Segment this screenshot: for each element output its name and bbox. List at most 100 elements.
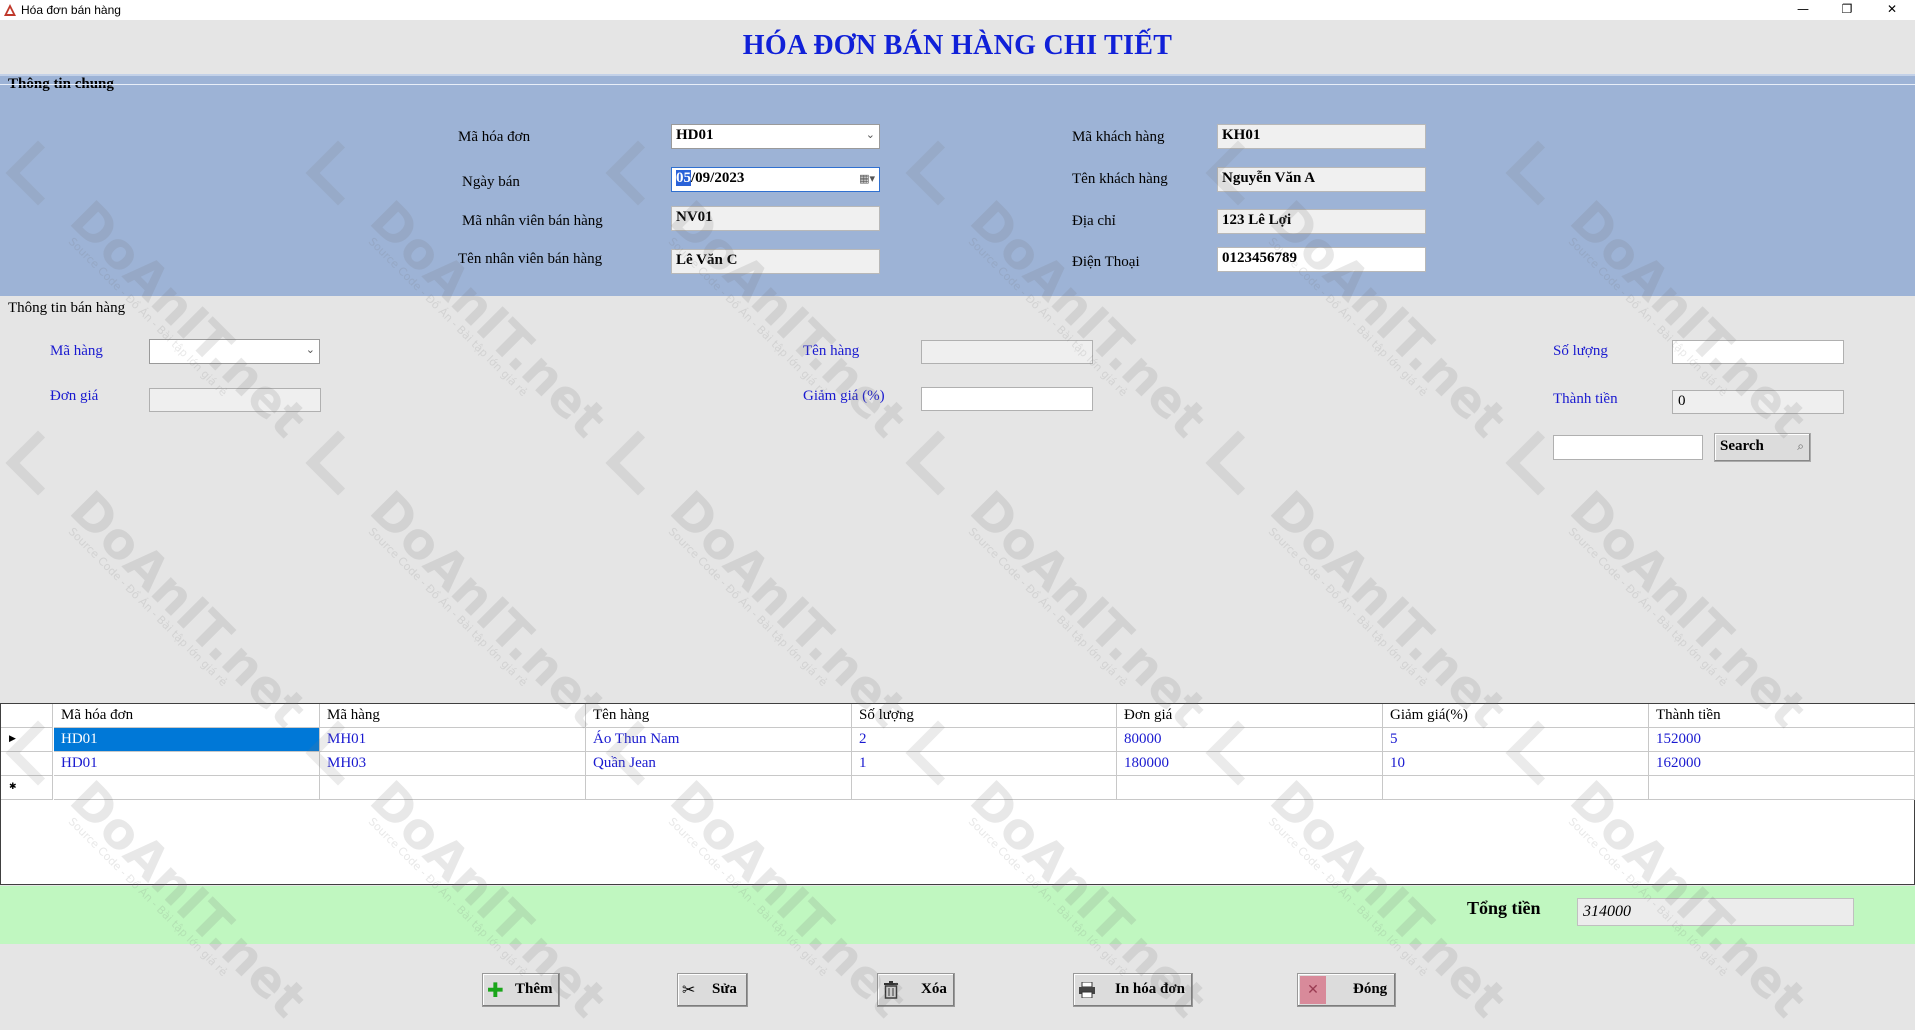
column-header-discount[interactable]: Giảm giá(%) (1383, 704, 1649, 728)
search-input[interactable] (1553, 435, 1703, 460)
table-cell[interactable]: 152000 (1649, 728, 1915, 752)
watermark-tagline: Source Code - Đồ Án - Bài tập lớn giá rẻ (365, 525, 530, 689)
watermark-tagline: Source Code - Đồ Án - Bài tập lớn giá rẻ (1565, 525, 1730, 689)
chevron-down-icon[interactable]: ⌄ (306, 343, 315, 356)
product-name-label: Tên hàng (803, 343, 860, 359)
watermark-tagline: Source Code - Đồ Án - Bài tập lớn giá rẻ (65, 525, 230, 689)
watermark-text: DoAnIT.net (1258, 480, 1518, 739)
invoice-detail-grid[interactable]: Mã hóa đơn Mã hàng Tên hàng Số lượng Đơn… (0, 703, 1915, 885)
customer-name-field[interactable]: Nguyễn Văn A (1217, 167, 1426, 192)
address-field[interactable]: 123 Lê Lợi (1217, 209, 1426, 234)
delete-button-label: Xóa (921, 981, 947, 997)
row-header[interactable] (1, 752, 53, 776)
new-row-cell[interactable] (852, 776, 1117, 800)
employee-name-field[interactable]: Lê Văn C (671, 249, 880, 274)
table-cell[interactable]: HD01 (54, 752, 320, 776)
phone-field[interactable]: 0123456789 (1217, 247, 1426, 272)
column-header-quantity[interactable]: Số lượng (852, 704, 1117, 728)
product-id-label: Mã hàng (50, 343, 103, 359)
chevron-down-icon[interactable]: ⌄ (866, 128, 875, 141)
close-button[interactable]: ✕ Đóng (1297, 973, 1396, 1007)
invoice-id-label: Mã hóa đơn (458, 129, 531, 145)
column-header-invoice-id[interactable]: Mã hóa đơn (54, 704, 320, 728)
table-cell[interactable]: HD01 (54, 728, 320, 752)
sale-date-label: Ngày bán (462, 174, 520, 190)
new-row-cell[interactable] (1117, 776, 1383, 800)
employee-name-label: Tên nhân viên bán hàng (458, 251, 603, 267)
watermark-logo (905, 430, 971, 496)
watermark-text: DoAnIT.net (358, 480, 618, 739)
total-value-field[interactable]: 314000 (1577, 898, 1854, 926)
close-window-button[interactable]: ✕ (1869, 0, 1915, 20)
table-cell[interactable]: MH01 (320, 728, 586, 752)
sale-date-day: 05 (676, 170, 691, 186)
table-cell[interactable]: Áo Thun Nam (586, 728, 852, 752)
search-button[interactable]: Search ⌕ (1714, 433, 1811, 462)
watermark-logo (5, 430, 71, 496)
discount-field[interactable] (921, 387, 1093, 411)
table-cell[interactable]: 2 (852, 728, 1117, 752)
quantity-label: Số lượng (1553, 343, 1608, 359)
watermark-logo (1205, 430, 1271, 496)
trash-icon (884, 981, 898, 999)
unit-price-field[interactable] (149, 388, 321, 412)
watermark-text: DoAnIT.net (658, 480, 918, 739)
customer-name-label: Tên khách hàng (1072, 171, 1168, 187)
invoice-id-combo[interactable]: HD01 ⌄ (671, 124, 880, 149)
column-header-line-total[interactable]: Thành tiền (1649, 704, 1915, 728)
watermark-logo (605, 430, 671, 496)
new-row-marker[interactable]: ✱ (1, 776, 53, 800)
grid-corner (1, 704, 53, 728)
calendar-icon[interactable]: ▦▾ (859, 172, 875, 185)
add-button-label: Thêm (515, 981, 553, 997)
column-header-product-id[interactable]: Mã hàng (320, 704, 586, 728)
sale-date-rest: /09/2023 (691, 170, 745, 186)
employee-id-field[interactable]: NV01 (671, 206, 880, 231)
table-cell[interactable]: 1 (852, 752, 1117, 776)
print-invoice-button[interactable]: In hóa đơn (1073, 973, 1193, 1007)
new-row-cell[interactable] (1649, 776, 1915, 800)
general-info-panel (0, 74, 1915, 296)
table-cell[interactable]: 180000 (1117, 752, 1383, 776)
window-title-bar (0, 0, 1915, 20)
window-title: Hóa đơn bán hàng (21, 3, 121, 17)
phone-label: Điện Thoại (1072, 254, 1140, 270)
new-row-cell[interactable] (586, 776, 852, 800)
group-divider (0, 84, 1915, 85)
table-cell[interactable]: 5 (1383, 728, 1649, 752)
restore-button[interactable]: ❐ (1824, 0, 1870, 20)
new-row-cell[interactable] (320, 776, 586, 800)
line-total-field[interactable]: 0 (1672, 390, 1844, 414)
table-cell[interactable]: Quần Jean (586, 752, 852, 776)
edit-button[interactable]: ✂ Sửa (677, 973, 748, 1007)
customer-id-field[interactable]: KH01 (1217, 124, 1426, 149)
new-row-cell[interactable] (1383, 776, 1649, 800)
printer-icon (1079, 982, 1095, 998)
column-header-unit-price[interactable]: Đơn giá (1117, 704, 1383, 728)
line-total-label: Thành tiền (1553, 391, 1618, 407)
sale-date-picker[interactable]: 05/09/2023 ▦▾ (671, 167, 880, 192)
total-label: Tổng tiền (1467, 898, 1541, 918)
sales-info-title: Thông tin bán hàng (8, 300, 126, 316)
scissors-icon: ✂ (682, 980, 696, 999)
quantity-field[interactable] (1672, 340, 1844, 364)
table-cell[interactable]: 162000 (1649, 752, 1915, 776)
watermark-text: DoAnIT.net (58, 480, 318, 739)
watermark-text: DoAnIT.net (1558, 480, 1818, 739)
employee-id-label: Mã nhân viên bán hàng (462, 213, 603, 229)
table-cell[interactable]: 10 (1383, 752, 1649, 776)
current-row-marker[interactable]: ▶ (1, 728, 53, 752)
column-header-product-name[interactable]: Tên hàng (586, 704, 852, 728)
minimize-button[interactable]: — (1780, 0, 1826, 20)
delete-button[interactable]: Xóa (877, 973, 955, 1007)
magnifier-icon: ⌕ (1797, 439, 1804, 453)
search-button-label: Search (1720, 438, 1764, 454)
print-invoice-button-label: In hóa đơn (1115, 981, 1186, 997)
product-id-combo[interactable]: ⌄ (149, 339, 320, 364)
product-name-field[interactable] (921, 340, 1093, 364)
table-cell[interactable]: MH03 (320, 752, 586, 776)
watermark-tagline: Source Code - Đồ Án - Bài tập lớn giá rẻ (665, 525, 830, 689)
table-cell[interactable]: 80000 (1117, 728, 1383, 752)
new-row-cell[interactable] (54, 776, 320, 800)
add-button[interactable]: ✚ Thêm (482, 973, 560, 1007)
